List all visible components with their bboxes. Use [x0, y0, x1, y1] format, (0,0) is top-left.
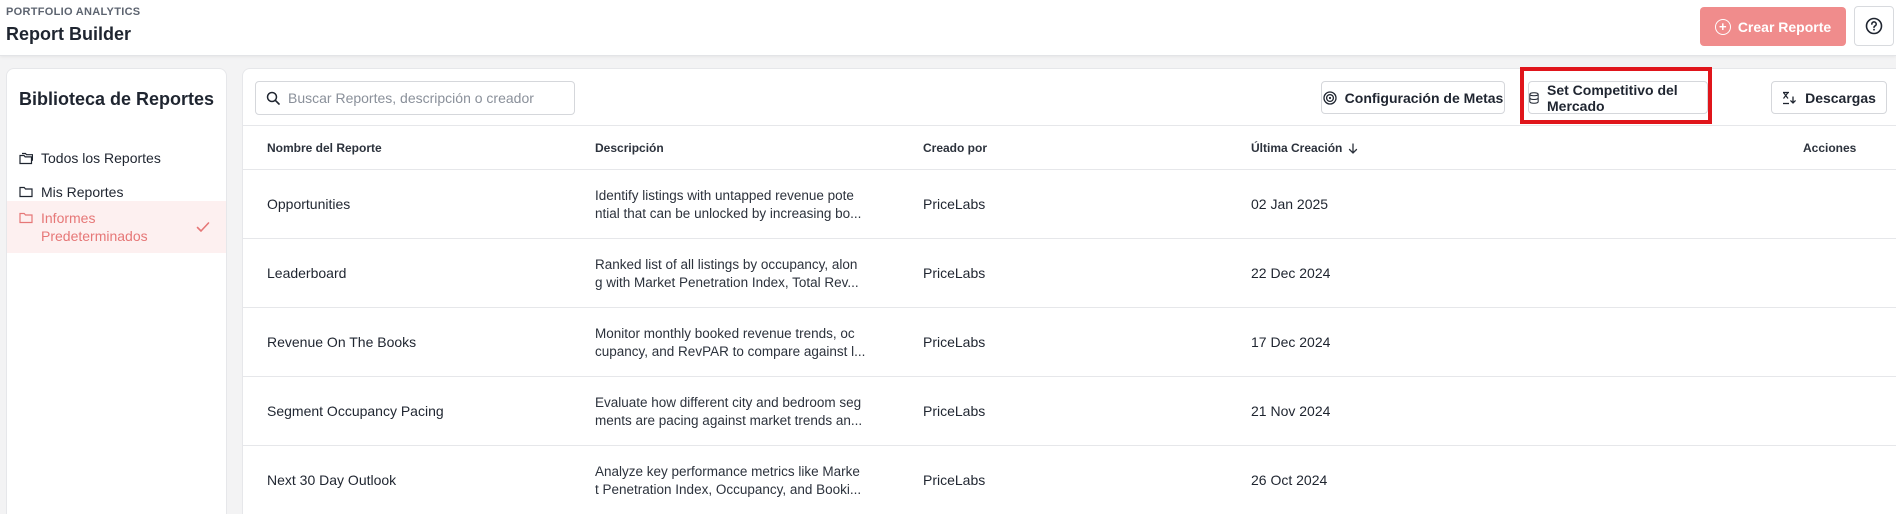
report-last-created: 21 Nov 2024: [1251, 403, 1331, 419]
col-report-name[interactable]: Nombre del Reporte: [267, 141, 382, 155]
highlight-outline: [1520, 67, 1712, 124]
page-title: Report Builder: [6, 24, 132, 44]
report-creator: PriceLabs: [923, 265, 986, 281]
help-icon: [1865, 17, 1883, 35]
sort-down-icon: [1349, 142, 1358, 154]
col-last-created-label: Última Creación: [1251, 141, 1343, 155]
report-name[interactable]: Next 30 Day Outlook: [267, 472, 396, 488]
report-last-created: 02 Jan 2025: [1251, 196, 1329, 212]
help-button[interactable]: [1854, 6, 1894, 46]
report-description: Identify listings with untapped revenue …: [595, 188, 862, 221]
download-list-icon: [1783, 91, 1796, 104]
check-icon: [196, 222, 210, 232]
table-row[interactable]: Leaderboard Ranked list of all listings …: [243, 239, 1896, 308]
search-input[interactable]: [288, 90, 568, 106]
col-created-by[interactable]: Creado por: [923, 141, 987, 155]
reports-panel: Configuración de Metas Set Competitivo d…: [242, 67, 1896, 514]
col-description[interactable]: Descripción: [595, 141, 664, 155]
app-subtitle: PORTFOLIO ANALYTICS: [6, 6, 141, 18]
create-report-button[interactable]: + Crear Reporte: [1700, 7, 1846, 46]
sidebar-item-all-reports[interactable]: Todos los Reportes: [7, 141, 226, 175]
table-header: Nombre del Reporte Descripción Creado po…: [243, 125, 1896, 170]
plus-circle-icon: +: [1714, 18, 1731, 35]
table-row[interactable]: Segment Occupancy Pacing Evaluate how di…: [243, 377, 1896, 446]
report-name[interactable]: Leaderboard: [267, 265, 346, 281]
col-actions: Acciones: [1803, 141, 1857, 155]
create-report-label: Crear Reporte: [1737, 18, 1832, 35]
sidebar-item-label: Todos los Reportes: [41, 150, 161, 166]
report-name[interactable]: Segment Occupancy Pacing: [267, 403, 444, 419]
downloads-button[interactable]: Descargas: [1771, 81, 1887, 114]
report-description: Evaluate how different city and bedroom …: [595, 395, 863, 428]
report-name[interactable]: Revenue On The Books: [267, 334, 416, 350]
report-library-sidebar: Biblioteca de Reportes Todos los Reporte…: [6, 68, 227, 514]
sidebar-item-default-reports[interactable]: Informes Predeterminados: [7, 201, 226, 253]
report-creator: PriceLabs: [923, 472, 986, 488]
report-description: Monitor monthly booked revenue trends, o…: [595, 326, 866, 359]
folder-icon: [19, 212, 33, 224]
goals-settings-button[interactable]: Configuración de Metas: [1321, 81, 1505, 114]
table-row[interactable]: Next 30 Day Outlook Analyze key performa…: [243, 446, 1896, 514]
report-description: Ranked list of all listings by occupancy…: [595, 257, 859, 290]
sidebar-item-label: Informes Predeterminados: [41, 210, 148, 244]
search-icon: [266, 91, 280, 105]
report-name[interactable]: Opportunities: [267, 196, 350, 212]
top-header: PORTFOLIO ANALYTICS Report Builder + Cre…: [0, 0, 1896, 56]
report-last-created: 17 Dec 2024: [1251, 334, 1331, 350]
sidebar-title: Biblioteca de Reportes: [19, 89, 215, 109]
col-last-created[interactable]: Última Creación: [1251, 141, 1358, 155]
report-description: Analyze key performance metrics like Mar…: [595, 464, 862, 497]
target-icon: [1323, 90, 1337, 105]
report-creator: PriceLabs: [923, 334, 986, 350]
table-row[interactable]: Opportunities Identify listings with unt…: [243, 170, 1896, 239]
downloads-label: Descargas: [1805, 89, 1876, 106]
report-last-created: 26 Oct 2024: [1251, 472, 1328, 488]
search-box[interactable]: [255, 81, 575, 115]
folder-icon: [19, 186, 33, 198]
table-row[interactable]: Revenue On The Books Monitor monthly boo…: [243, 308, 1896, 377]
sidebar-item-label: Mis Reportes: [41, 184, 124, 200]
folders-icon: [19, 152, 33, 164]
report-creator: PriceLabs: [923, 196, 986, 212]
report-creator: PriceLabs: [923, 403, 986, 419]
report-last-created: 22 Dec 2024: [1251, 265, 1331, 281]
goals-settings-label: Configuración de Metas: [1344, 89, 1504, 106]
